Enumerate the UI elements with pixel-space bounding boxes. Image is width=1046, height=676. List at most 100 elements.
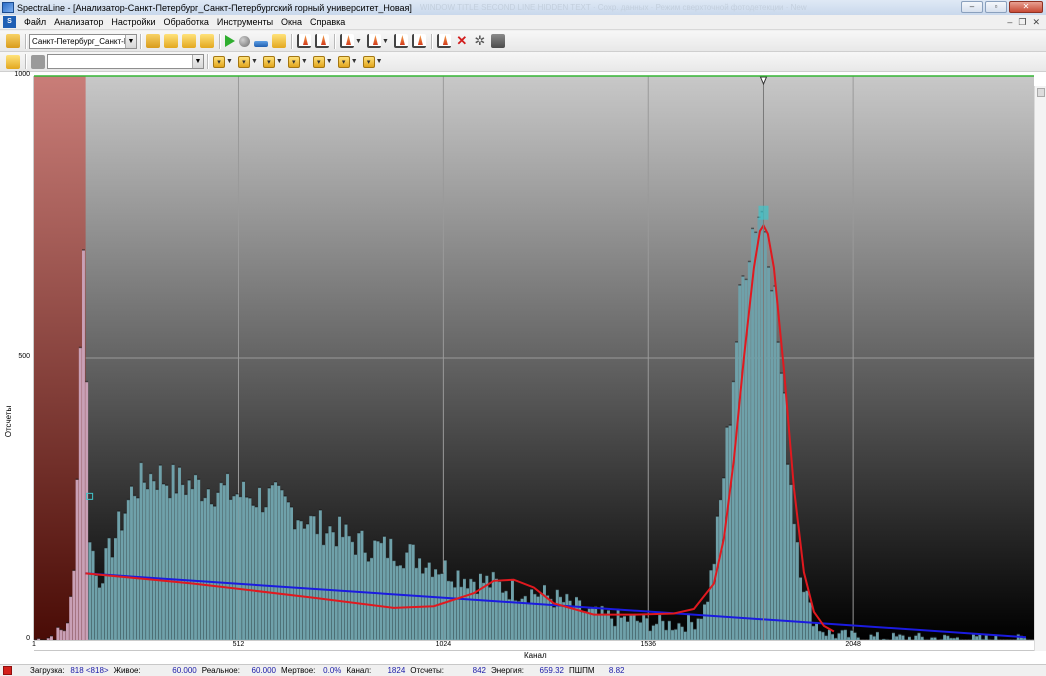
clear-spectrum-icon[interactable] [254, 41, 268, 47]
spectrum-bar [283, 496, 287, 640]
settings-gear-icon[interactable]: ✲ [473, 34, 487, 48]
menu-help[interactable]: Справка [306, 17, 349, 27]
spectrum-bar [728, 425, 732, 640]
chevron-down-icon[interactable]: ▼ [125, 34, 136, 48]
spectrum-bar [78, 347, 82, 640]
spectrum-bar [687, 614, 690, 640]
spectrum-bar [494, 578, 498, 640]
minimize-icon[interactable]: ‒ [961, 1, 983, 13]
menu-file[interactable]: Файл [20, 17, 50, 27]
spectrum-bar-edge [443, 559, 447, 561]
energy-marker-icon[interactable] [366, 34, 381, 48]
filter-7-icon[interactable]: ▾ [362, 55, 375, 68]
filter-4-dropdown-icon[interactable]: ▼ [301, 58, 308, 65]
spectrum-bar [194, 474, 197, 640]
spectrum-bar-edge [853, 631, 857, 633]
stop-acquisition-icon[interactable] [239, 35, 250, 47]
spectrum-bar [741, 276, 745, 640]
region-combo[interactable]: ▼ [47, 54, 204, 69]
spectrum-bar-edge [715, 515, 719, 517]
spectrum-bar [299, 520, 303, 640]
filter-3-dropdown-icon[interactable]: ▼ [276, 58, 283, 65]
filter-3-icon[interactable]: ▾ [262, 55, 275, 68]
start-acquisition-icon[interactable] [225, 35, 235, 47]
spectrum-bar [398, 565, 402, 640]
spectrum-bar [245, 497, 249, 640]
spectrum-bar-edge [354, 553, 358, 555]
spectrum-bar [91, 550, 95, 640]
menu-windows[interactable]: Окна [277, 17, 306, 27]
spectrum-bar-edge [389, 537, 393, 540]
spectrum-bar-edge [635, 619, 639, 622]
spectrum-bar-edge [174, 492, 178, 494]
filter-5-dropdown-icon[interactable]: ▼ [326, 58, 333, 65]
filter-1-icon[interactable]: ▾ [213, 55, 225, 68]
close-icon[interactable]: ✕ [1009, 1, 1043, 13]
maximize-icon[interactable]: ▫ [985, 1, 1007, 13]
spectrum-bar-edge [559, 595, 562, 598]
region-icon[interactable] [31, 54, 45, 69]
spectrum-bar [88, 542, 92, 640]
filter-7-dropdown-icon[interactable]: ▼ [376, 58, 383, 65]
filter-6-icon[interactable]: ▾ [337, 55, 350, 68]
mdi-close-icon[interactable]: ✕ [1032, 17, 1040, 28]
peak-fit-icon[interactable] [315, 34, 329, 48]
vertical-scrollbar[interactable] [1034, 86, 1046, 651]
spectrum-bar [699, 618, 703, 640]
roi-add-icon[interactable] [411, 34, 426, 48]
mdi-minimize-icon[interactable]: – [1007, 17, 1012, 28]
filter-2-icon[interactable]: ▾ [237, 55, 250, 68]
filter-4-icon[interactable]: ▾ [287, 55, 300, 68]
spectrum-bar-edge [943, 633, 947, 636]
open-folder-icon[interactable] [146, 34, 160, 48]
spectrum-bar [293, 528, 297, 640]
spectrum-chart[interactable] [0, 72, 1034, 652]
spectrum-bar-edge [562, 600, 566, 603]
toolbar-separator [25, 54, 26, 69]
title-bar[interactable]: SpectraLine - [Анализатор-Санкт-Петербур… [0, 0, 1046, 15]
spectrum-bar-edge [46, 637, 50, 639]
spectrum-bar [347, 535, 351, 640]
scroll-thumb[interactable] [1037, 88, 1045, 97]
filter-1-dropdown-icon[interactable]: ▼ [226, 58, 233, 65]
menu-analyzer[interactable]: Анализатор [50, 17, 107, 27]
view-mode-icon[interactable] [6, 54, 20, 69]
spectrum-bar [373, 540, 377, 640]
energy-marker-dropdown-icon[interactable]: ▼ [382, 38, 389, 45]
mdi-logo-icon[interactable]: S [3, 16, 16, 28]
mdi-restore-icon[interactable]: ❐ [1018, 17, 1026, 28]
menu-settings[interactable]: Настройки [107, 17, 159, 27]
spectrum-bar-edge [885, 638, 889, 640]
peak-search-icon[interactable] [297, 34, 311, 48]
x-tick-label: 2048 [845, 641, 861, 648]
filter-6-dropdown-icon[interactable]: ▼ [351, 58, 358, 65]
spectrum-bar [302, 528, 306, 640]
y-tick-label: 1000 [14, 71, 30, 78]
roi-icon[interactable] [393, 34, 408, 48]
analyzer-combo[interactable]: Санкт-Петербург_Санкт-Петр... ▼ [29, 33, 137, 49]
spectrum-bar [386, 557, 390, 640]
calibration-dropdown-icon[interactable]: ▼ [355, 38, 362, 45]
report-icon[interactable] [490, 34, 505, 48]
library-icon[interactable] [436, 34, 451, 48]
spectrum-bar [504, 590, 508, 640]
horizontal-scroll-track[interactable] [34, 650, 1034, 651]
delete-peaks-icon[interactable]: ✕ [455, 34, 469, 48]
export-icon[interactable] [182, 34, 196, 48]
spectrum-bar-edge [639, 621, 642, 623]
save-icon[interactable] [164, 34, 178, 48]
spectrum-bar [562, 601, 566, 640]
calibration-icon[interactable] [340, 34, 354, 48]
analyzer-settings-icon[interactable] [6, 34, 20, 48]
spectrum-bar-edge [430, 575, 434, 578]
filter-2-dropdown-icon[interactable]: ▼ [251, 58, 258, 65]
chevron-down-icon[interactable]: ▼ [192, 55, 203, 68]
spectrum-bar [104, 547, 108, 640]
preset-icon[interactable] [272, 34, 286, 48]
print-icon[interactable] [200, 34, 214, 48]
spectrum-bar [914, 635, 918, 640]
menu-tools[interactable]: Инструменты [213, 17, 277, 27]
filter-5-icon[interactable]: ▾ [312, 55, 325, 68]
menu-processing[interactable]: Обработка [160, 17, 213, 27]
spectrum-plot[interactable]: 0 500 1000 1 512 1024 1536 2048 Отсчеты Канал [0, 71, 1046, 664]
